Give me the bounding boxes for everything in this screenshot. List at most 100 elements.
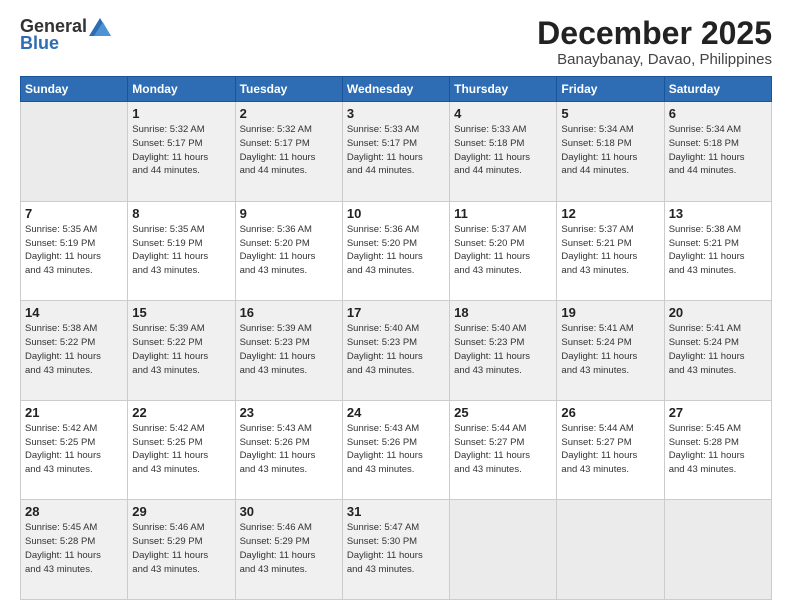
- day-number: 25: [454, 405, 552, 420]
- calendar-week-5: 28 Sunrise: 5:45 AMSunset: 5:28 PMDayligh…: [21, 500, 772, 600]
- day-number: 23: [240, 405, 338, 420]
- calendar-cell: 3Sunrise: 5:33 AMSunset: 5:17 PMDaylight…: [342, 102, 449, 202]
- day-number: 29: [132, 504, 230, 519]
- day-number: 11: [454, 206, 552, 221]
- weekday-sunday: Sunday: [21, 77, 128, 102]
- day-info: Sunrise: 5:41 AMSunset: 5:24 PMDaylight:…: [669, 322, 767, 377]
- calendar-cell: 13Sunrise: 5:38 AMSunset: 5:21 PMDayligh…: [664, 201, 771, 301]
- calendar-cell: 15Sunrise: 5:39 AMSunset: 5:22 PMDayligh…: [128, 301, 235, 401]
- calendar-cell: 7 Sunrise: 5:35 AMSunset: 5:19 PMDaylight…: [21, 201, 128, 301]
- day-info: Sunrise: 5:33 AMSunset: 5:17 PMDaylight:…: [347, 123, 445, 178]
- calendar-cell: 11 Sunrise: 5:37 AMSunset: 5:20 PMDayligh…: [450, 201, 557, 301]
- calendar-cell: 10 Sunrise: 5:36 AMSunset: 5:20 PMDayligh…: [342, 201, 449, 301]
- day-number: 9: [240, 206, 338, 221]
- day-info: Sunrise: 5:43 AMSunset: 5:26 PMDaylight:…: [240, 422, 338, 477]
- calendar-cell: 9 Sunrise: 5:36 AMSunset: 5:20 PMDaylight…: [235, 201, 342, 301]
- calendar-cell: [450, 500, 557, 600]
- day-info: Sunrise: 5:45 AMSunset: 5:28 PMDaylight:…: [25, 521, 123, 576]
- calendar-cell: 26 Sunrise: 5:44 AMSunset: 5:27 PMDayligh…: [557, 400, 664, 500]
- calendar-cell: 12 Sunrise: 5:37 AMSunset: 5:21 PMDayligh…: [557, 201, 664, 301]
- day-info: Sunrise: 5:42 AMSunset: 5:25 PMDaylight:…: [25, 422, 123, 477]
- day-number: 5: [561, 106, 659, 121]
- day-info: Sunrise: 5:43 AMSunset: 5:26 PMDaylight:…: [347, 422, 445, 477]
- calendar-week-3: 14 Sunrise: 5:38 AMSunset: 5:22 PMDayligh…: [21, 301, 772, 401]
- day-info: Sunrise: 5:42 AMSunset: 5:25 PMDaylight:…: [132, 422, 230, 477]
- day-number: 14: [25, 305, 123, 320]
- day-info: Sunrise: 5:35 AMSunset: 5:19 PMDaylight:…: [132, 223, 230, 278]
- day-number: 21: [25, 405, 123, 420]
- day-number: 12: [561, 206, 659, 221]
- day-number: 16: [240, 305, 338, 320]
- title-block: December 2025 Banaybanay, Davao, Philipp…: [537, 16, 772, 68]
- day-info: Sunrise: 5:39 AMSunset: 5:23 PMDaylight:…: [240, 322, 338, 377]
- day-info: Sunrise: 5:34 AMSunset: 5:18 PMDaylight:…: [561, 123, 659, 178]
- calendar-cell: 8Sunrise: 5:35 AMSunset: 5:19 PMDaylight…: [128, 201, 235, 301]
- day-number: 24: [347, 405, 445, 420]
- day-info: Sunrise: 5:37 AMSunset: 5:21 PMDaylight:…: [561, 223, 659, 278]
- weekday-header-row: SundayMondayTuesdayWednesdayThursdayFrid…: [21, 77, 772, 102]
- day-info: Sunrise: 5:40 AMSunset: 5:23 PMDaylight:…: [454, 322, 552, 377]
- day-info: Sunrise: 5:35 AMSunset: 5:19 PMDaylight:…: [25, 223, 123, 278]
- day-info: Sunrise: 5:45 AMSunset: 5:28 PMDaylight:…: [669, 422, 767, 477]
- calendar-cell: 14 Sunrise: 5:38 AMSunset: 5:22 PMDayligh…: [21, 301, 128, 401]
- calendar-cell: [664, 500, 771, 600]
- calendar-cell: 20 Sunrise: 5:41 AMSunset: 5:24 PMDayligh…: [664, 301, 771, 401]
- day-info: Sunrise: 5:32 AMSunset: 5:17 PMDaylight:…: [240, 123, 338, 178]
- calendar-week-4: 21 Sunrise: 5:42 AMSunset: 5:25 PMDayligh…: [21, 400, 772, 500]
- calendar-cell: [21, 102, 128, 202]
- calendar-cell: 22 Sunrise: 5:42 AMSunset: 5:25 PMDayligh…: [128, 400, 235, 500]
- calendar-cell: 24 Sunrise: 5:43 AMSunset: 5:26 PMDayligh…: [342, 400, 449, 500]
- day-number: 19: [561, 305, 659, 320]
- day-info: Sunrise: 5:38 AMSunset: 5:22 PMDaylight:…: [25, 322, 123, 377]
- calendar-cell: 2 Sunrise: 5:32 AMSunset: 5:17 PMDaylight…: [235, 102, 342, 202]
- day-info: Sunrise: 5:36 AMSunset: 5:20 PMDaylight:…: [240, 223, 338, 278]
- calendar-cell: [557, 500, 664, 600]
- day-info: Sunrise: 5:40 AMSunset: 5:23 PMDaylight:…: [347, 322, 445, 377]
- day-info: Sunrise: 5:44 AMSunset: 5:27 PMDaylight:…: [561, 422, 659, 477]
- day-info: Sunrise: 5:41 AMSunset: 5:24 PMDaylight:…: [561, 322, 659, 377]
- calendar-cell: 23 Sunrise: 5:43 AMSunset: 5:26 PMDayligh…: [235, 400, 342, 500]
- day-number: 22: [132, 405, 230, 420]
- calendar-week-2: 7 Sunrise: 5:35 AMSunset: 5:19 PMDaylight…: [21, 201, 772, 301]
- day-info: Sunrise: 5:36 AMSunset: 5:20 PMDaylight:…: [347, 223, 445, 278]
- day-number: 20: [669, 305, 767, 320]
- day-number: 27: [669, 405, 767, 420]
- calendar-cell: 19 Sunrise: 5:41 AMSunset: 5:24 PMDayligh…: [557, 301, 664, 401]
- location: Banaybanay, Davao, Philippines: [537, 51, 772, 68]
- day-info: Sunrise: 5:46 AMSunset: 5:29 PMDaylight:…: [132, 521, 230, 576]
- calendar-cell: 5 Sunrise: 5:34 AMSunset: 5:18 PMDaylight…: [557, 102, 664, 202]
- day-number: 7: [25, 206, 123, 221]
- day-info: Sunrise: 5:38 AMSunset: 5:21 PMDaylight:…: [669, 223, 767, 278]
- day-info: Sunrise: 5:47 AMSunset: 5:30 PMDaylight:…: [347, 521, 445, 576]
- calendar-cell: 29 Sunrise: 5:46 AMSunset: 5:29 PMDayligh…: [128, 500, 235, 600]
- day-number: 30: [240, 504, 338, 519]
- calendar-cell: 4Sunrise: 5:33 AMSunset: 5:18 PMDaylight…: [450, 102, 557, 202]
- day-number: 28: [25, 504, 123, 519]
- weekday-wednesday: Wednesday: [342, 77, 449, 102]
- calendar-cell: 25Sunrise: 5:44 AMSunset: 5:27 PMDayligh…: [450, 400, 557, 500]
- logo: General Blue: [20, 16, 111, 54]
- logo-icon: [89, 18, 111, 36]
- day-number: 17: [347, 305, 445, 320]
- calendar-cell: 21 Sunrise: 5:42 AMSunset: 5:25 PMDayligh…: [21, 400, 128, 500]
- day-info: Sunrise: 5:46 AMSunset: 5:29 PMDaylight:…: [240, 521, 338, 576]
- page: General Blue December 2025 Banaybanay, D…: [0, 0, 792, 612]
- calendar-table: SundayMondayTuesdayWednesdayThursdayFrid…: [20, 76, 772, 600]
- day-number: 4: [454, 106, 552, 121]
- day-info: Sunrise: 5:32 AMSunset: 5:17 PMDaylight:…: [132, 123, 230, 178]
- day-number: 10: [347, 206, 445, 221]
- calendar-cell: 6Sunrise: 5:34 AMSunset: 5:18 PMDaylight…: [664, 102, 771, 202]
- weekday-tuesday: Tuesday: [235, 77, 342, 102]
- day-number: 26: [561, 405, 659, 420]
- day-number: 2: [240, 106, 338, 121]
- logo-blue: Blue: [20, 33, 59, 54]
- calendar-cell: 28 Sunrise: 5:45 AMSunset: 5:28 PMDayligh…: [21, 500, 128, 600]
- calendar-cell: 1 Sunrise: 5:32 AMSunset: 5:17 PMDaylight…: [128, 102, 235, 202]
- weekday-saturday: Saturday: [664, 77, 771, 102]
- day-number: 1: [132, 106, 230, 121]
- day-info: Sunrise: 5:37 AMSunset: 5:20 PMDaylight:…: [454, 223, 552, 278]
- header: General Blue December 2025 Banaybanay, D…: [20, 16, 772, 68]
- calendar-cell: 27 Sunrise: 5:45 AMSunset: 5:28 PMDayligh…: [664, 400, 771, 500]
- month-title: December 2025: [537, 16, 772, 51]
- calendar-cell: 30 Sunrise: 5:46 AMSunset: 5:29 PMDayligh…: [235, 500, 342, 600]
